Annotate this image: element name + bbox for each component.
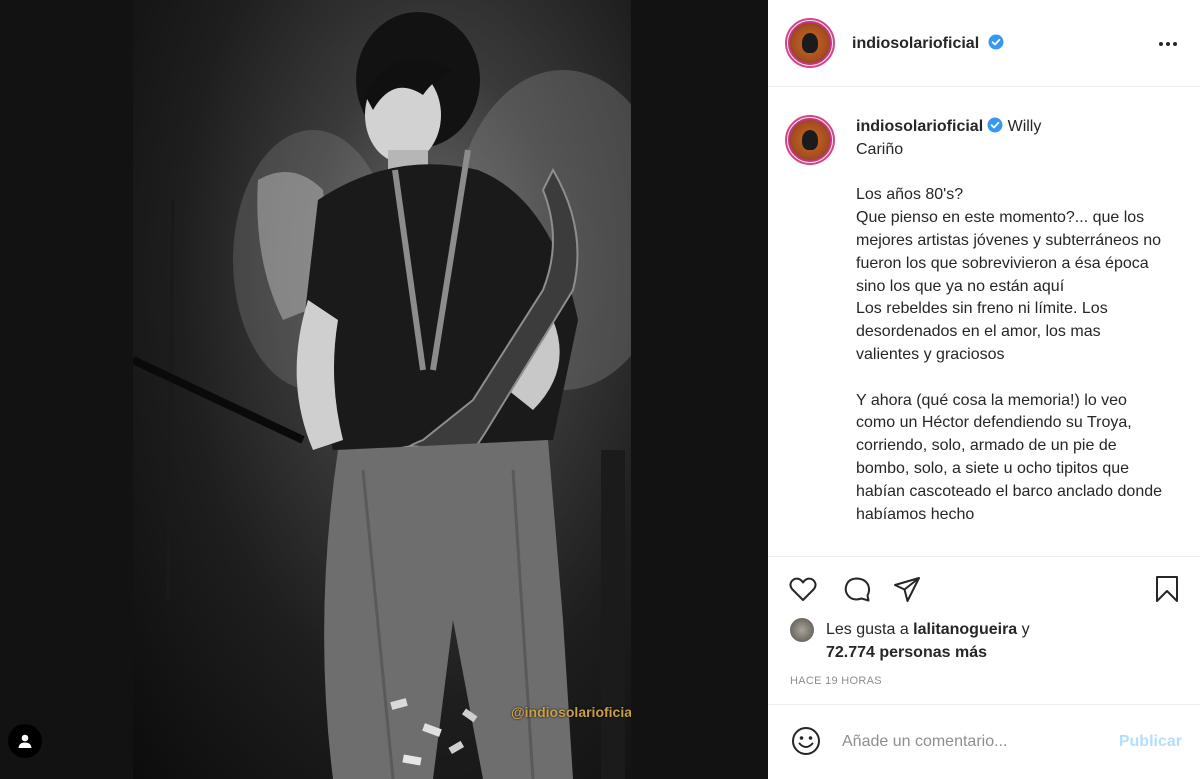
share-icon[interactable] bbox=[892, 574, 922, 604]
likes-middle: y bbox=[1017, 621, 1030, 638]
post-photo[interactable]: @indiosolarioficial bbox=[133, 0, 631, 779]
comment-bar: Publicar bbox=[768, 704, 1200, 779]
action-bar bbox=[768, 556, 1200, 615]
liker-username[interactable]: lalitanogueira bbox=[913, 621, 1017, 638]
likes-prefix: Les gusta a bbox=[826, 621, 914, 638]
caption-row: indiosolarioficial Willy Cariño Los años 8… bbox=[785, 115, 1182, 526]
user-tag-icon[interactable] bbox=[8, 724, 42, 758]
caption-username[interactable]: indiosolarioficial bbox=[856, 118, 983, 135]
bookmark-icon[interactable] bbox=[1152, 574, 1182, 604]
post-timestamp[interactable]: HACE 19 HORAS bbox=[790, 675, 882, 687]
heart-icon[interactable] bbox=[788, 574, 818, 604]
header-username[interactable]: indiosolarioficial bbox=[852, 35, 979, 52]
caption-area: indiosolarioficial Willy Cariño Los años 8… bbox=[768, 88, 1200, 556]
caption-body: indiosolarioficial Willy Cariño Los años 8… bbox=[856, 116, 1166, 526]
photo-watermark: @indiosolarioficial bbox=[511, 704, 631, 720]
likes-section: Les gusta a lalitanogueira y 72.774 pers… bbox=[790, 618, 1030, 664]
likes-count[interactable]: 72.774 personas más bbox=[826, 644, 987, 661]
verified-badge-icon bbox=[987, 117, 1003, 133]
comment-input[interactable] bbox=[842, 729, 1092, 755]
caption-text: Willy Cariño Los años 80's? Que pienso en e… bbox=[856, 118, 1163, 523]
post-comment-button[interactable]: Publicar bbox=[1119, 733, 1182, 751]
liker-avatar[interactable] bbox=[790, 618, 814, 642]
header-username-group: indiosolarioficial bbox=[852, 34, 1004, 53]
avatar[interactable] bbox=[785, 18, 835, 68]
saxophonist-photo-illustration bbox=[133, 12, 631, 779]
caption-avatar[interactable] bbox=[785, 115, 835, 165]
post-media-area: @indiosolarioficial bbox=[0, 0, 768, 779]
likes-text: Les gusta a lalitanogueira y 72.774 pers… bbox=[826, 618, 1030, 664]
post-sidebar: indiosolarioficial indiosolarioficial Wi… bbox=[768, 0, 1200, 779]
post-header: indiosolarioficial bbox=[768, 0, 1200, 87]
emoji-icon[interactable] bbox=[790, 725, 822, 757]
verified-badge-icon bbox=[988, 34, 1004, 49]
comment-icon[interactable] bbox=[842, 574, 872, 604]
more-options-icon[interactable] bbox=[1156, 34, 1180, 54]
